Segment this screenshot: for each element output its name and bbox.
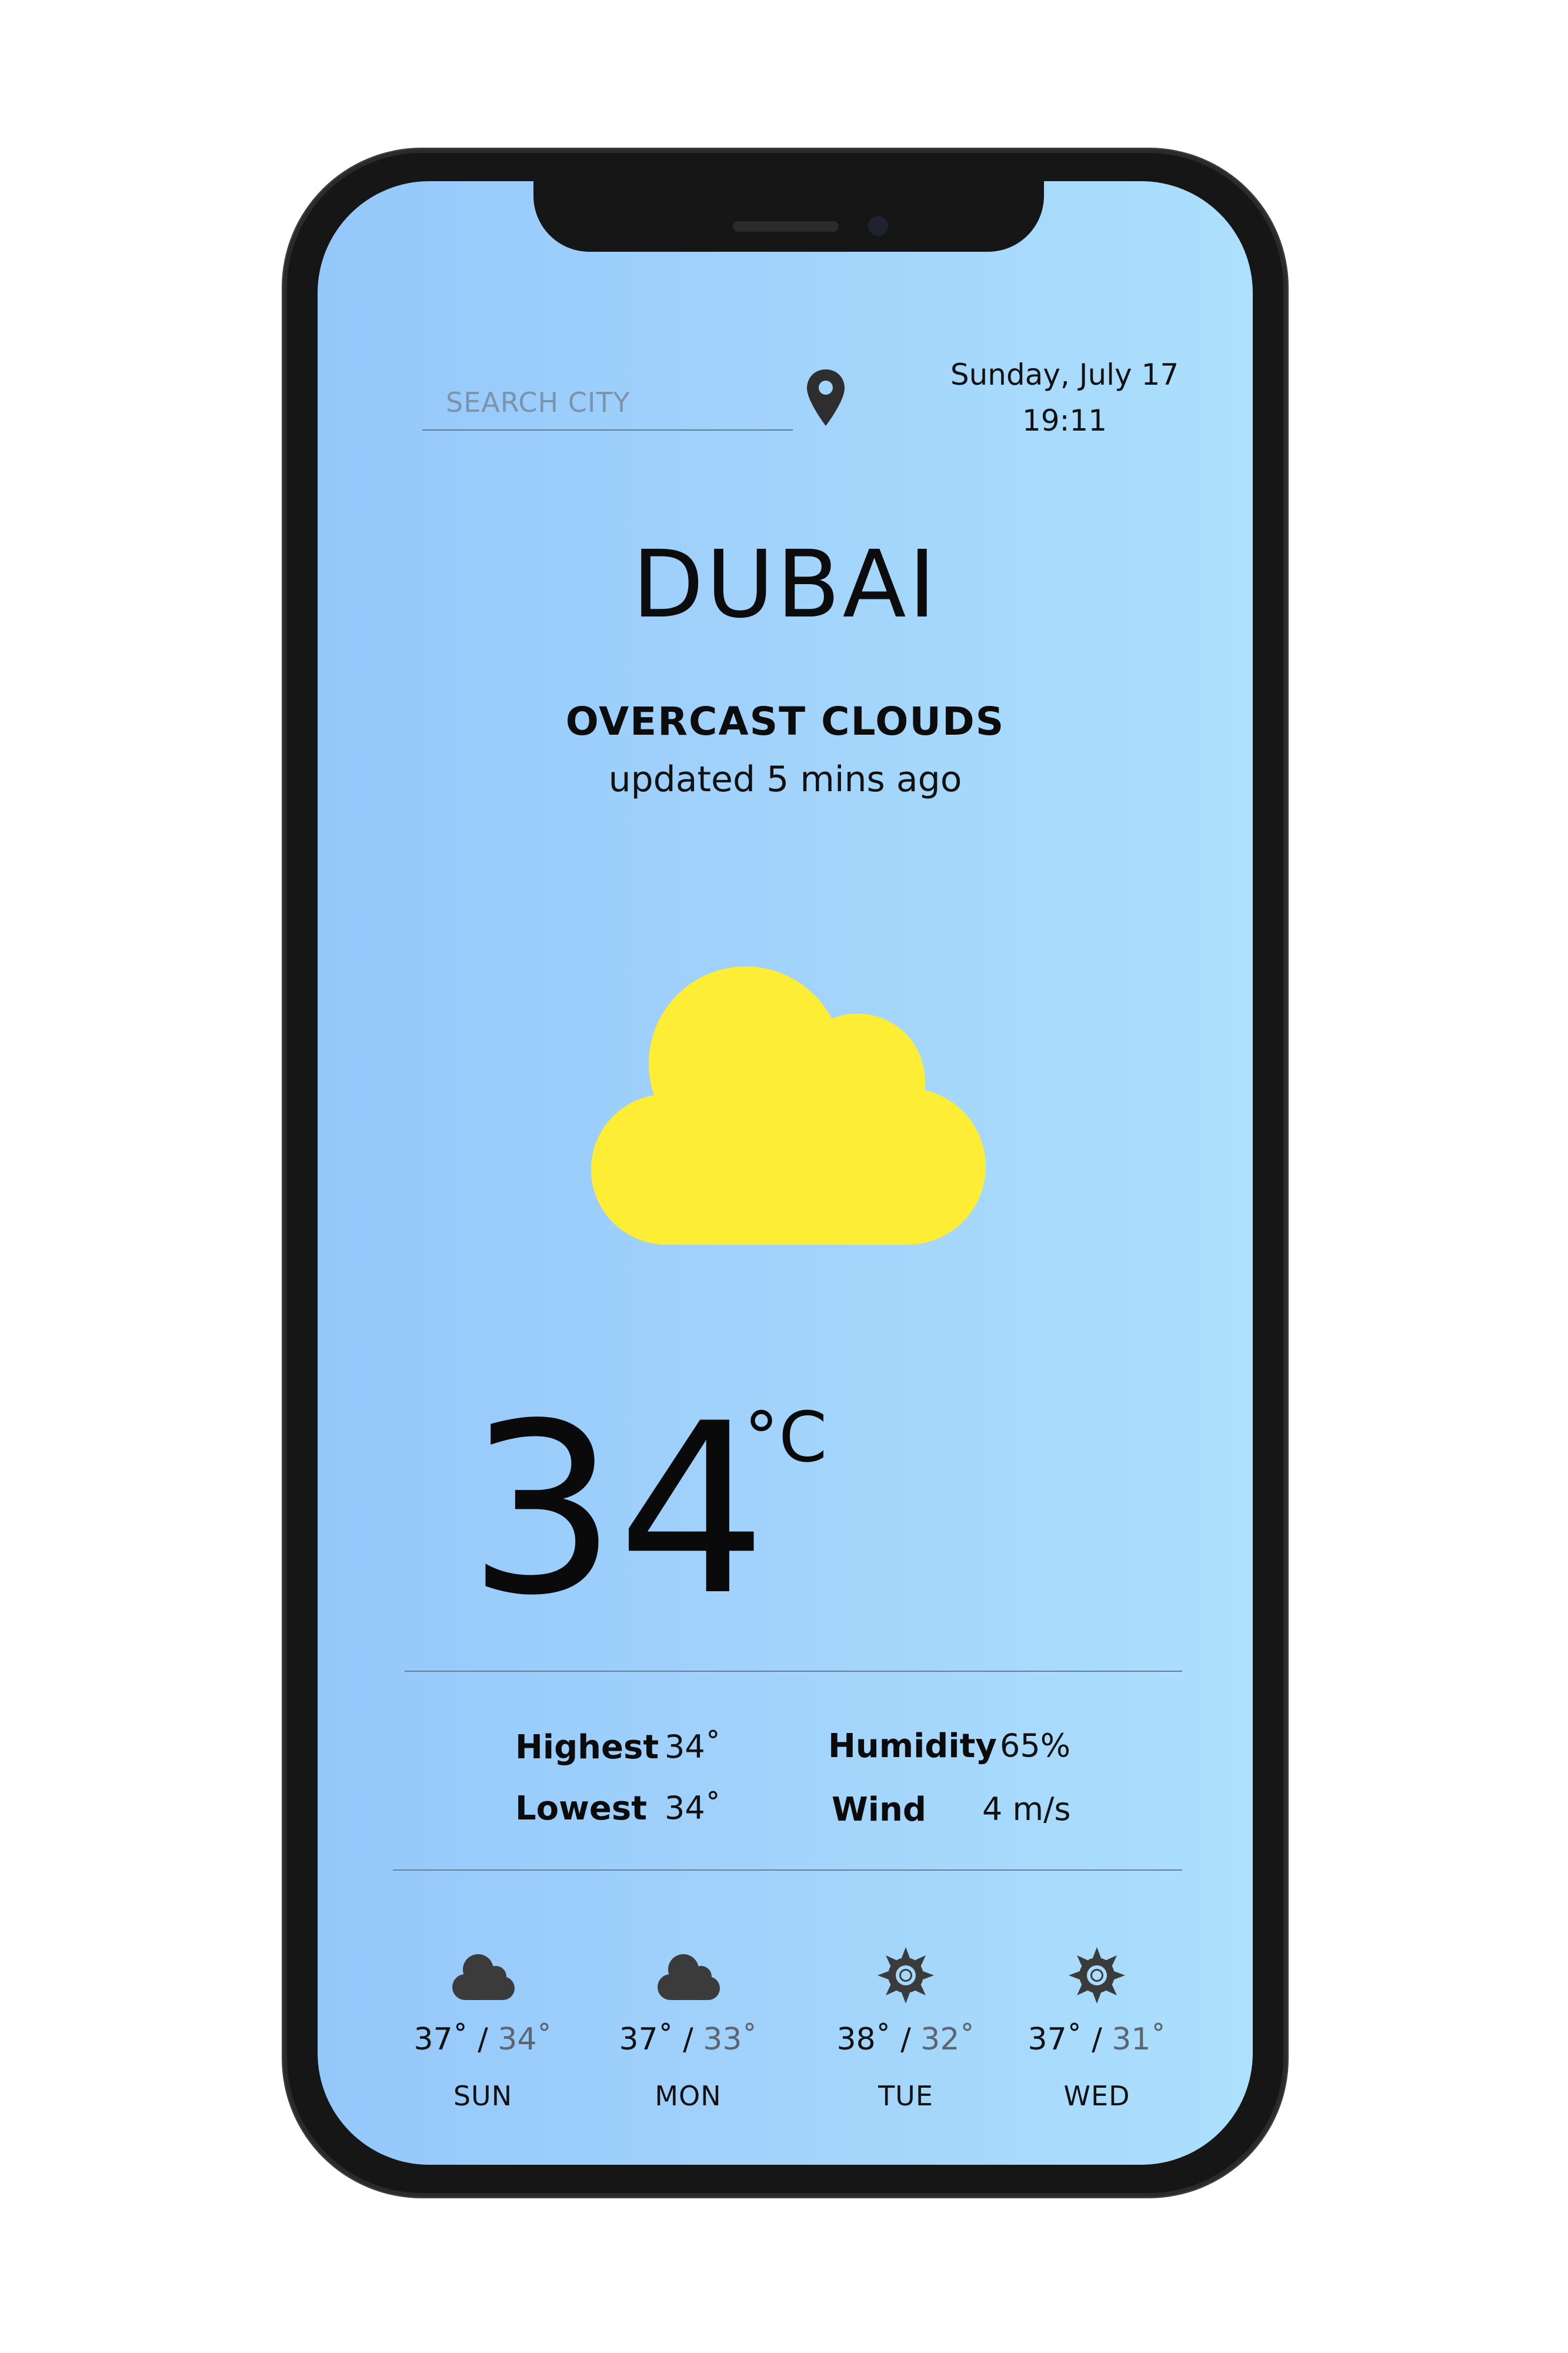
forecast-temps: 37˚ / 33˚ <box>619 2022 758 2057</box>
search-city-input[interactable] <box>422 375 793 431</box>
highest-label: Highest <box>515 1728 659 1767</box>
forecast-day-tue[interactable]: 38˚ / 32˚ TUE <box>823 1946 988 2112</box>
weather-condition: OVERCAST CLOUDS <box>565 699 1005 744</box>
humidity-label: Humidity <box>828 1727 997 1765</box>
forecast-day-wed[interactable]: 37˚ / 31˚ WED <box>1015 1946 1179 2112</box>
lowest-value: 34˚ <box>665 1789 721 1827</box>
forecast-low: 31˚ <box>1112 2022 1166 2057</box>
forecast-day-label: WED <box>1063 2080 1130 2112</box>
phone-notch <box>533 181 1044 252</box>
forecast-day-label: TUE <box>878 2080 933 2112</box>
current-date: Sunday, July 17 <box>950 358 1179 392</box>
forecast-low: 32˚ <box>920 2022 975 2057</box>
app-screen: Sunday, July 17 19:11 DUBAI OVERCAST CLO… <box>318 181 1253 2165</box>
front-camera <box>868 216 888 236</box>
cloud-icon <box>452 1954 515 2000</box>
sun-icon <box>1069 1947 1125 2004</box>
current-time: 19:11 <box>1022 404 1107 438</box>
wind-label: Wind <box>832 1791 926 1829</box>
earpiece-speaker <box>733 221 839 232</box>
forecast-day-label: MON <box>655 2080 722 2112</box>
forecast-low: 33˚ <box>703 2022 758 2057</box>
forecast-temps: 37˚ / 34˚ <box>413 2022 552 2057</box>
forecast-temps: 37˚ / 31˚ <box>1027 2022 1166 2057</box>
forecast-high: 37˚ <box>619 2022 673 2057</box>
location-pin-icon[interactable] <box>805 368 847 427</box>
forecast-high: 37˚ <box>1027 2022 1082 2057</box>
humidity-value: 65% <box>1000 1727 1071 1764</box>
forecast-day-sun[interactable]: 37˚ / 34˚ SUN <box>401 1946 565 2112</box>
forecast-low: 34˚ <box>498 2022 552 2057</box>
temperature-unit: °C <box>744 1397 828 1478</box>
wind-value: 4 m/s <box>982 1791 1071 1828</box>
forecast-day-mon[interactable]: 37˚ / 33˚ MON <box>606 1946 770 2112</box>
lowest-label: Lowest <box>515 1789 647 1828</box>
sun-icon <box>878 1947 934 2004</box>
current-temperature: 34 <box>468 1374 767 1647</box>
cloud-icon <box>658 1954 720 2000</box>
forecast-day-label: SUN <box>453 2080 513 2112</box>
cloud-icon <box>591 966 986 1245</box>
forecast-high: 37˚ <box>413 2022 468 2057</box>
forecast-temps: 38˚ / 32˚ <box>836 2022 975 2057</box>
divider-top <box>405 1671 1182 1672</box>
city-name: DUBAI <box>632 531 939 639</box>
last-updated: updated 5 mins ago <box>608 759 962 800</box>
datetime-display: Sunday, July 17 19:11 <box>923 352 1206 444</box>
forecast-high: 38˚ <box>836 2022 891 2057</box>
highest-value: 34˚ <box>665 1728 721 1765</box>
divider-bottom <box>393 1869 1182 1871</box>
